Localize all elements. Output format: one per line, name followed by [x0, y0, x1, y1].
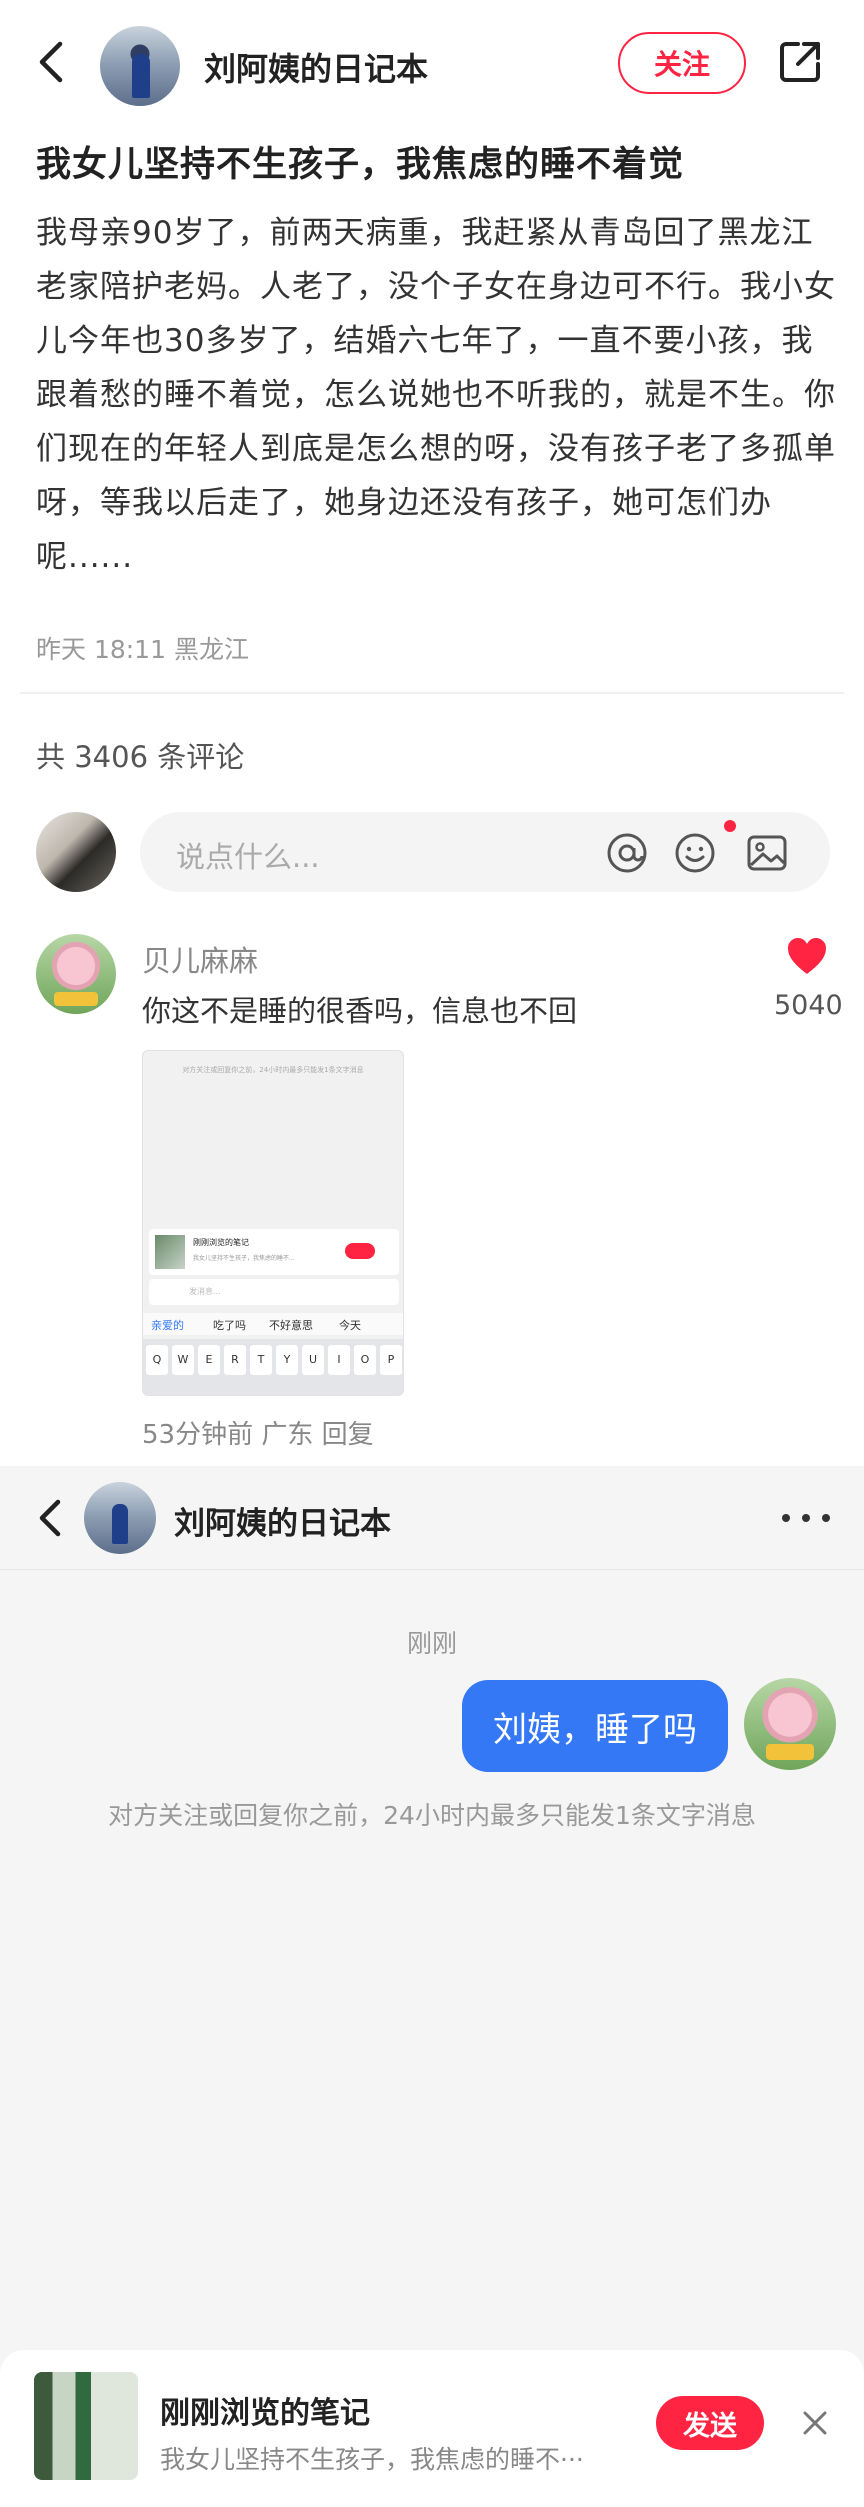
- post-title: 我女儿坚持不生孩子，我焦虑的睡不着觉: [36, 145, 685, 185]
- chat-timestamp: 刚刚: [406, 1629, 457, 1658]
- key: U: [302, 1345, 324, 1375]
- message-bubble[interactable]: 刘姨，睡了吗: [462, 1680, 728, 1772]
- suggestion: 不好意思: [269, 1319, 313, 1332]
- comment-input-placeholder: 说点什么...: [176, 840, 320, 874]
- back-icon[interactable]: [32, 38, 72, 86]
- post-body: 我母亲90岁了，前两天病重，我赶紧从青岛回了黑龙江老家陪护老妈。人老了，没个子女…: [36, 215, 836, 575]
- key: Q: [146, 1345, 168, 1375]
- recent-note-thumbnail: [34, 2372, 138, 2480]
- image-icon[interactable]: [744, 830, 790, 876]
- follow-button[interactable]: 关注: [618, 32, 746, 94]
- my-chat-avatar: [744, 1678, 836, 1770]
- author-avatar[interactable]: [100, 26, 180, 106]
- screenshot-card-title: 刚刚浏览的笔记: [193, 1238, 249, 1247]
- suggestion: 今天: [339, 1319, 361, 1332]
- key: R: [224, 1345, 246, 1375]
- key: W: [172, 1345, 194, 1375]
- comment-meta[interactable]: 53分钟前 广东 回复: [142, 1414, 374, 1451]
- chat-screen: 刘阿姨的日记本 刚刚 刘姨，睡了吗 对方关注或回复你之前，24小时内最多只能发1…: [0, 1466, 864, 2507]
- key: O: [354, 1345, 376, 1375]
- suggestion: 亲爱的: [151, 1319, 184, 1332]
- comment-text: 你这不是睡的很香吗，信息也不回: [142, 994, 578, 1028]
- commenter-name[interactable]: 贝儿麻麻: [142, 938, 258, 980]
- screenshot-note-thumb: [155, 1235, 185, 1269]
- recent-note-subtitle: 我女儿坚持不生孩子，我焦虑的睡不···: [160, 2445, 584, 2474]
- suggestion: 吃了吗: [213, 1319, 246, 1332]
- key: P: [380, 1345, 402, 1375]
- key: Y: [276, 1345, 298, 1375]
- close-icon[interactable]: [798, 2406, 832, 2440]
- heart-icon[interactable]: [786, 936, 828, 976]
- key: I: [328, 1345, 350, 1375]
- recent-note-title: 刚刚浏览的笔记: [160, 2396, 370, 2431]
- chat-avatar[interactable]: [84, 1482, 156, 1554]
- commenter-avatar[interactable]: [36, 934, 116, 1014]
- chat-header: 刘阿姨的日记本: [0, 1466, 864, 1570]
- notification-dot: [724, 820, 736, 832]
- chat-notice: 对方关注或回复你之前，24小时内最多只能发1条文字消息: [108, 1801, 756, 1830]
- emoji-icon[interactable]: [672, 830, 718, 876]
- screenshot-input-placeholder: 发消息...: [189, 1287, 221, 1296]
- key: E: [198, 1345, 220, 1375]
- author-name[interactable]: 刘阿姨的日记本: [204, 44, 428, 90]
- chat-name[interactable]: 刘阿姨的日记本: [174, 1498, 391, 1543]
- screenshot-input: 发消息...: [149, 1279, 399, 1305]
- comment-image[interactable]: 对方关注或回复你之前，24小时内最多只能发1条文字消息 刚刚浏览的笔记 我女儿坚…: [142, 1050, 404, 1396]
- more-icon[interactable]: [778, 1506, 834, 1530]
- my-avatar: [36, 812, 116, 892]
- screenshot-note-card: 刚刚浏览的笔记 我女儿坚持不生孩子，我焦虑的睡不...: [149, 1229, 399, 1275]
- screenshot-send: [345, 1243, 375, 1259]
- screenshot-notice: 对方关注或回复你之前，24小时内最多只能发1条文字消息: [182, 1066, 364, 1074]
- comment-input[interactable]: 说点什么...: [140, 812, 830, 892]
- screenshot-suggestions: 亲爱的 吃了吗 不好意思 今天: [143, 1313, 403, 1335]
- screenshot-keyboard: Q W E R T Y U I O P: [143, 1339, 403, 1395]
- post-meta: 昨天 18:11 黑龙江: [36, 635, 249, 664]
- share-icon[interactable]: [776, 38, 824, 86]
- mention-icon[interactable]: [604, 830, 650, 876]
- comment-count: 共 3406 条评论: [36, 740, 245, 774]
- post-header: 刘阿姨的日记本 关注: [0, 0, 864, 120]
- key: T: [250, 1345, 272, 1375]
- send-button[interactable]: 发送: [656, 2396, 764, 2450]
- recent-note-bar[interactable]: 刚刚浏览的笔记 我女儿坚持不生孩子，我焦虑的睡不··· 发送: [0, 2350, 864, 2507]
- divider: [20, 692, 844, 694]
- like-count: 5040: [774, 990, 843, 1021]
- back-icon[interactable]: [34, 1496, 64, 1540]
- screenshot-card-sub: 我女儿坚持不生孩子，我焦虑的睡不...: [193, 1255, 295, 1262]
